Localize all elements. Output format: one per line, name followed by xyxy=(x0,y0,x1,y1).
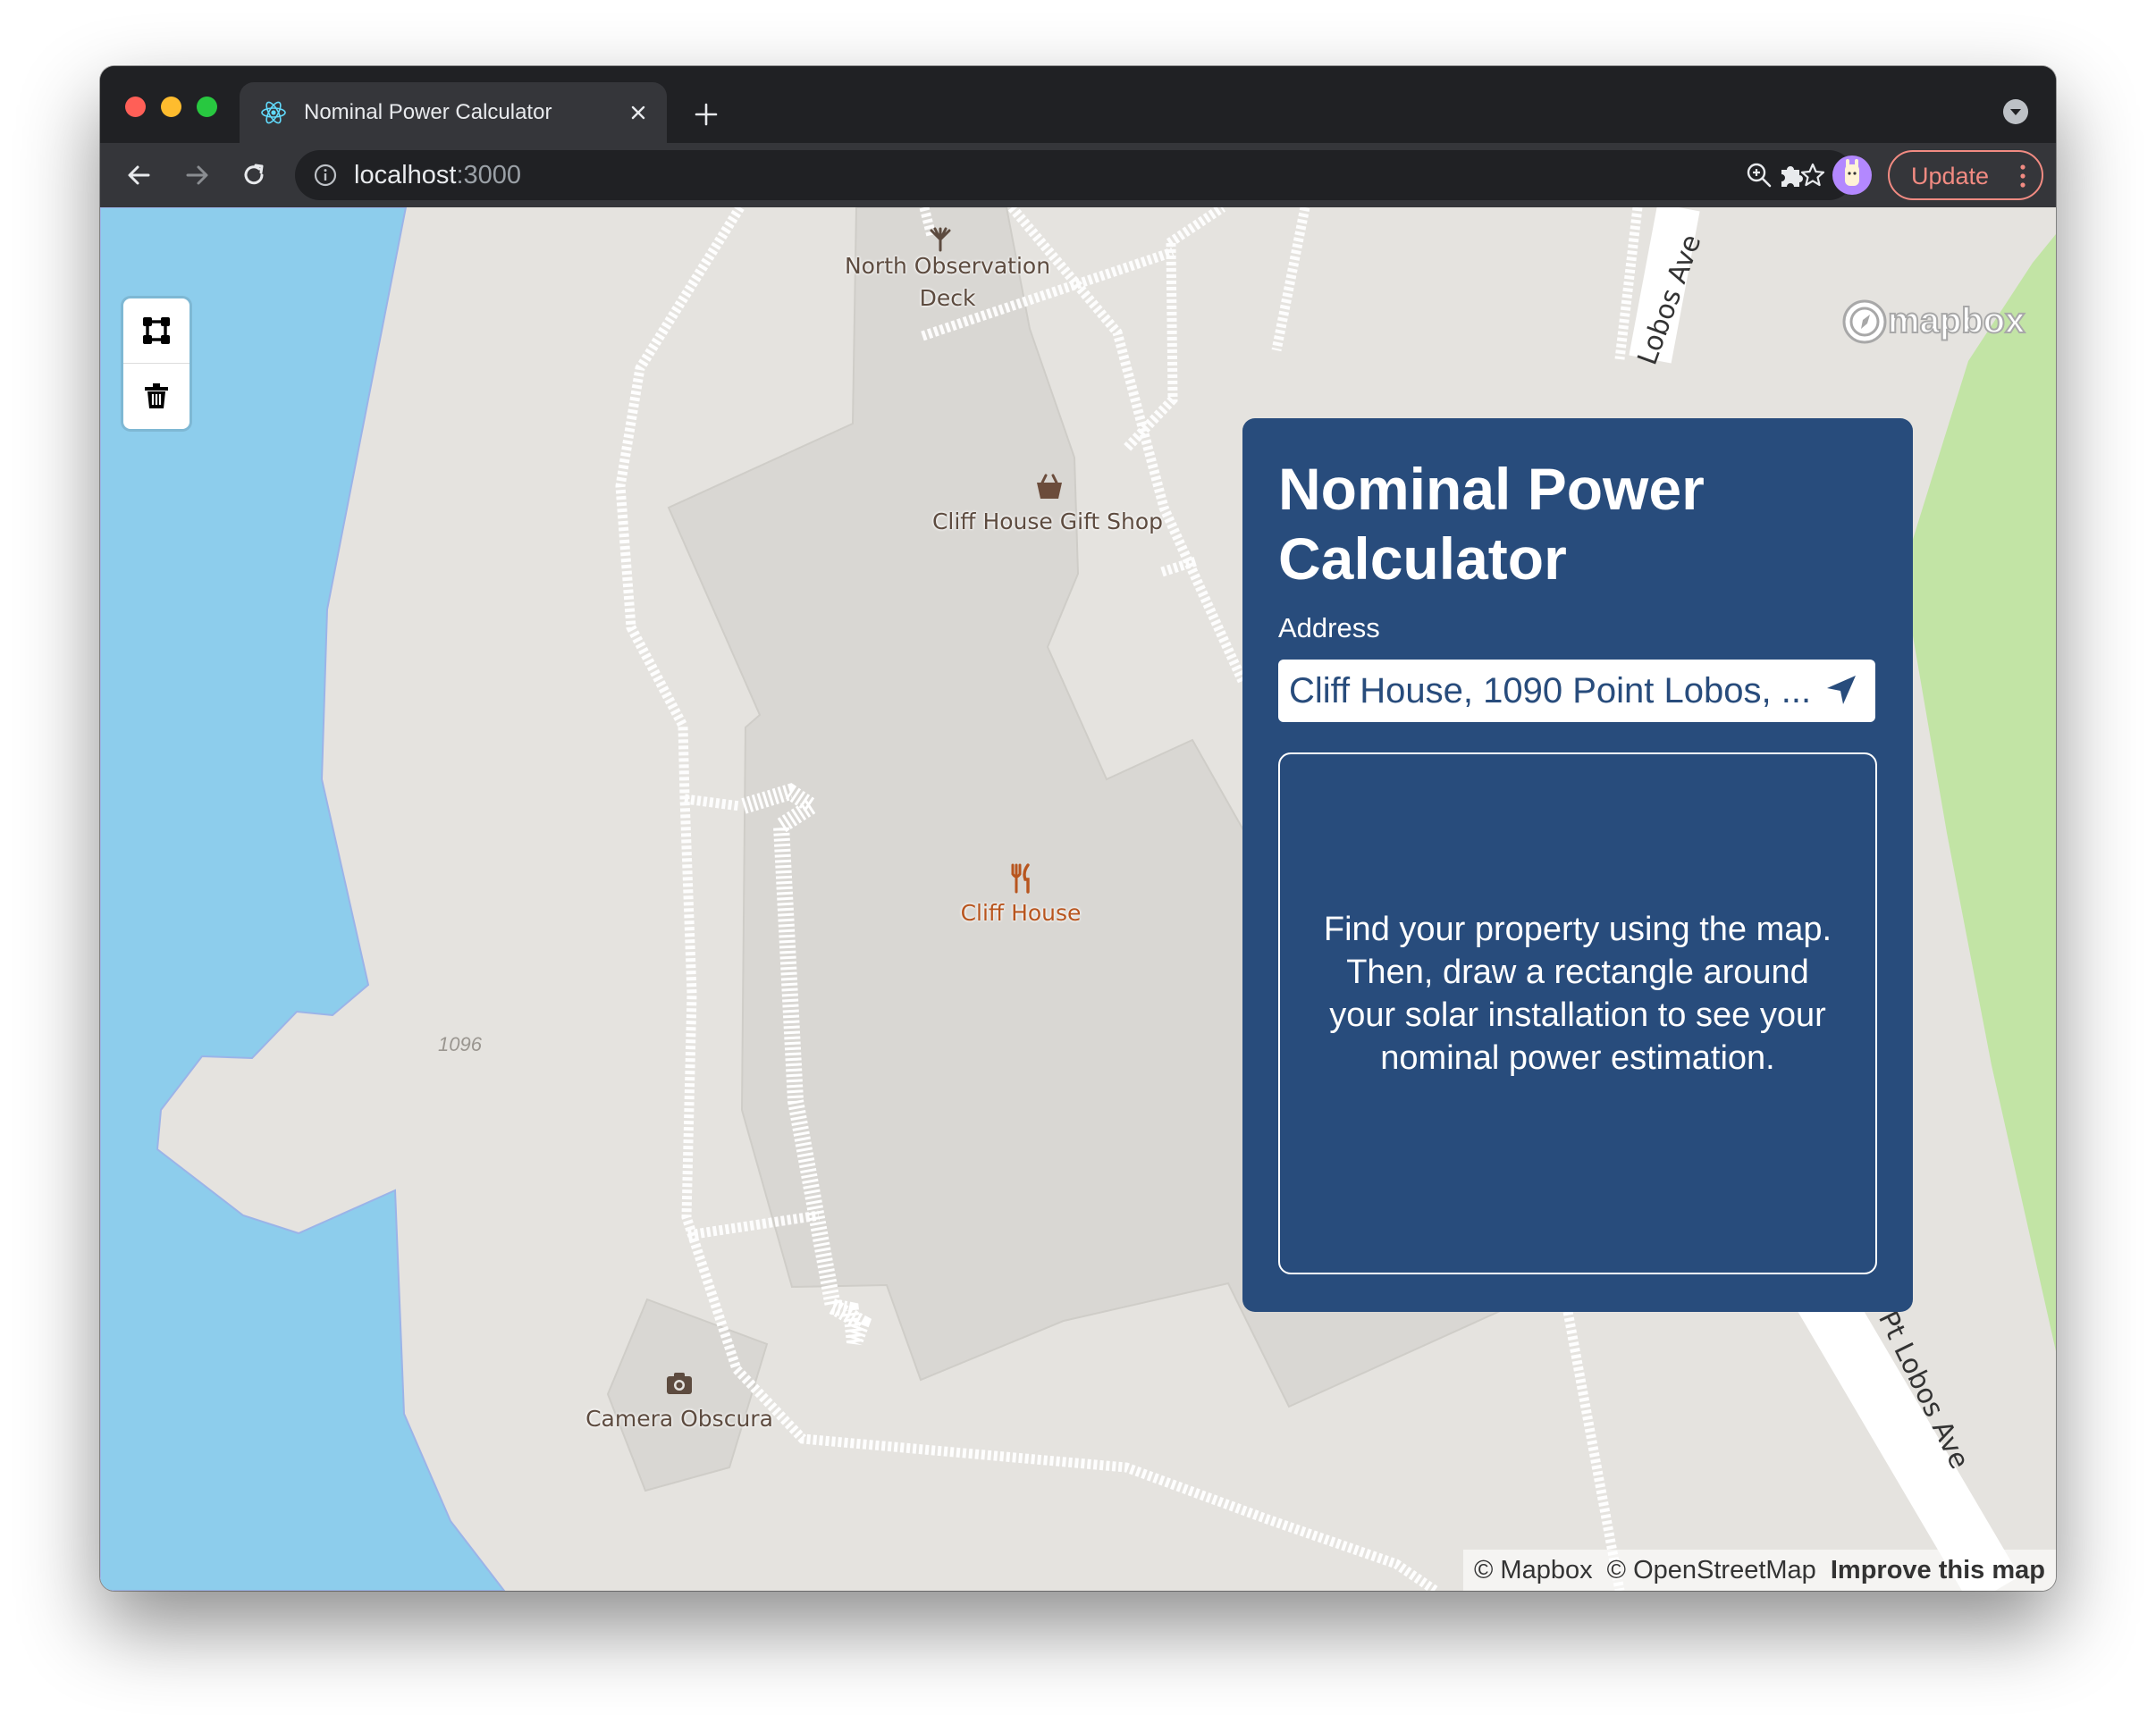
improve-map-link[interactable]: Improve this map xyxy=(1831,1556,2045,1584)
cliff-house-restaurant-label[interactable]: Cliff House xyxy=(958,897,1083,929)
profile-avatar[interactable] xyxy=(1832,155,1872,195)
attribution-osm-link[interactable]: © OpenStreetMap xyxy=(1607,1556,1816,1584)
close-tab-icon[interactable] xyxy=(626,100,651,125)
url-port: :3000 xyxy=(456,161,522,189)
shopping-basket-icon[interactable] xyxy=(1033,470,1065,502)
locate-arrow-icon[interactable] xyxy=(1823,672,1859,708)
tab-search-icon[interactable] xyxy=(2002,98,2029,125)
camera-obscura-label[interactable]: Camera Obscura xyxy=(572,1403,787,1435)
attribution-mapbox-link[interactable]: © Mapbox xyxy=(1474,1556,1593,1584)
back-arrow-icon[interactable] xyxy=(122,157,157,193)
north-observation-deck-label[interactable]: North Observation Deck xyxy=(796,250,1099,315)
trash-icon xyxy=(145,383,168,408)
mapbox-logo-text: mapbox xyxy=(1887,300,2025,341)
restaurant-icon[interactable] xyxy=(1005,862,1037,894)
tab-active[interactable]: Nominal Power Calculator xyxy=(240,82,667,143)
maximize-window-button[interactable] xyxy=(197,97,217,117)
more-menu-icon[interactable] xyxy=(2017,163,2029,189)
north-observation-line1: North Observation xyxy=(844,253,1051,279)
map-attribution: © Mapbox © OpenStreetMap Improve this ma… xyxy=(1462,1550,2056,1591)
result-box: Find your property using the map. Then, … xyxy=(1278,752,1877,1274)
new-tab-icon[interactable] xyxy=(690,98,722,130)
address-bar[interactable]: localhost:3000 xyxy=(295,150,1854,200)
tab-title: Nominal Power Calculator xyxy=(304,100,552,124)
zoom-icon[interactable] xyxy=(1745,161,1773,189)
minimize-window-button[interactable] xyxy=(161,97,181,117)
elevation-label: 1096 xyxy=(438,1033,482,1055)
tab-strip: Nominal Power Calculator xyxy=(100,66,2056,143)
extensions-puzzle-icon[interactable] xyxy=(1775,159,1807,191)
gift-shop-label[interactable]: Cliff House Gift Shop xyxy=(914,506,1182,538)
info-icon[interactable] xyxy=(313,163,338,188)
address-value[interactable]: Cliff House, 1090 Point Lobos, ... xyxy=(1289,670,1816,711)
panel-title: Nominal Power Calculator xyxy=(1278,456,1705,592)
delete-shape-button[interactable] xyxy=(123,364,189,428)
calculator-panel: Nominal Power Calculator Address Cliff H… xyxy=(1242,418,1913,1312)
react-icon xyxy=(261,101,286,124)
address-input[interactable]: Cliff House, 1090 Point Lobos, ... xyxy=(1278,660,1875,722)
address-label: Address xyxy=(1278,612,1380,643)
browser-toolbar: localhost:3000 Update xyxy=(100,143,2056,207)
mapbox-logo[interactable]: mapbox xyxy=(1840,297,2036,347)
url-host: localhost xyxy=(354,161,457,189)
update-button[interactable]: Update xyxy=(1888,150,2043,200)
reload-icon[interactable] xyxy=(236,157,272,193)
north-observation-line2: Deck xyxy=(919,285,976,311)
draw-controls xyxy=(123,298,189,429)
draw-polygon-icon xyxy=(143,317,170,344)
browser-window: Nominal Power Calculator localhost:3000 … xyxy=(100,66,2056,1591)
forward-arrow-icon[interactable] xyxy=(179,157,215,193)
instruction-message: Find your property using the map. Then, … xyxy=(1323,911,1832,1077)
map-viewport[interactable]: North Observation Deck Cliff House Gift … xyxy=(100,207,2056,1591)
mapbox-logo-mark-icon xyxy=(1842,299,1887,344)
camera-icon[interactable] xyxy=(663,1367,695,1399)
close-window-button[interactable] xyxy=(125,97,146,117)
draw-rectangle-button[interactable] xyxy=(123,298,189,364)
url-text[interactable]: localhost:3000 xyxy=(354,161,521,189)
update-label: Update xyxy=(1911,163,1990,189)
